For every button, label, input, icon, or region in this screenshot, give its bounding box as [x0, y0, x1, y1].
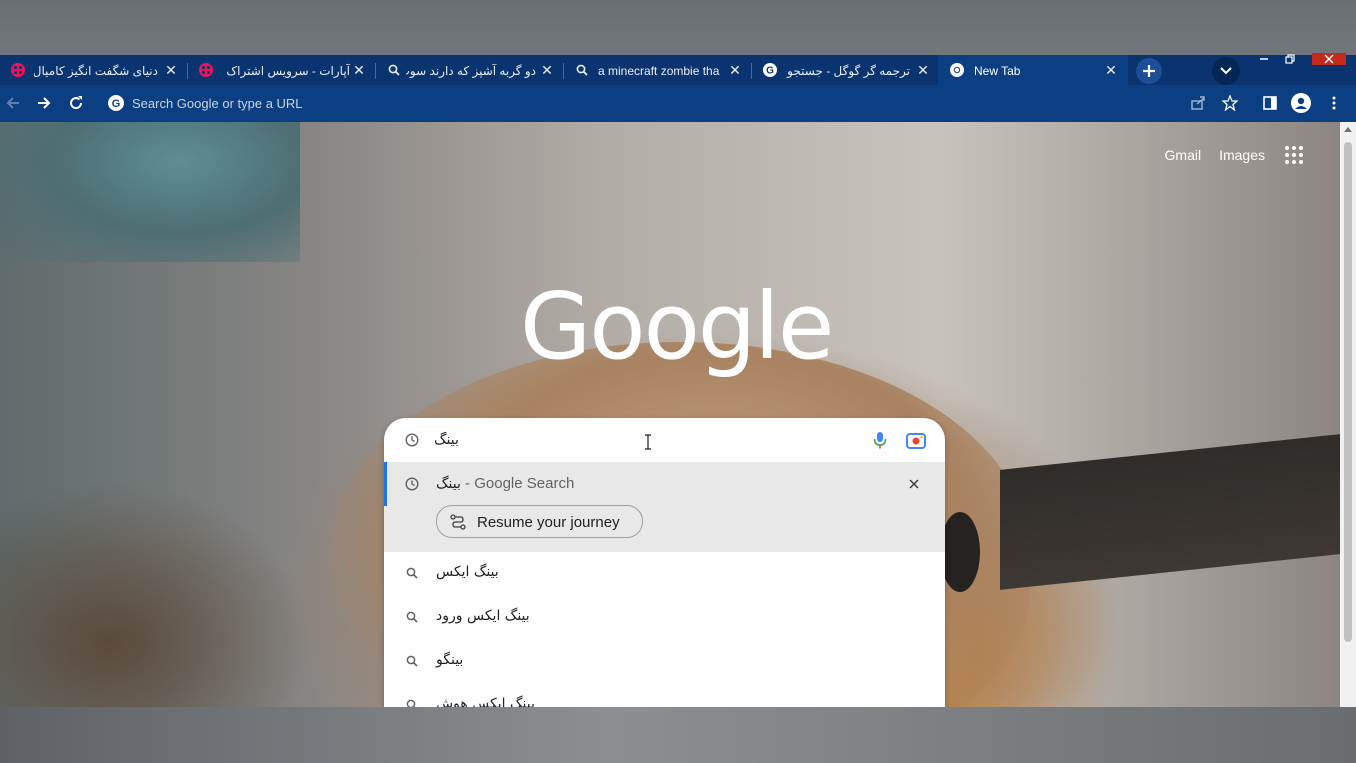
browser-chrome: دنیای شگفت انگیز کامیال فصل ✕ آپارات - س…	[0, 53, 1356, 122]
search-icon	[404, 565, 420, 581]
tab-title: آپارات - سرویس اشتراک ویدیو	[224, 64, 350, 78]
close-icon[interactable]: ✕	[538, 61, 556, 79]
suggestion-query: بینگ	[436, 476, 461, 492]
background-photo	[1000, 434, 1340, 590]
background-photo	[0, 122, 300, 262]
suggestion-text: بینگ ایکس هوش	[436, 696, 535, 707]
close-icon[interactable]: ✕	[162, 61, 180, 79]
menu-button[interactable]	[1323, 92, 1345, 114]
desktop-bottom-area	[0, 707, 1356, 763]
search-input-row	[384, 418, 945, 462]
svg-text:G: G	[766, 66, 774, 77]
share-icon	[1191, 96, 1205, 110]
minimize-icon	[1260, 58, 1268, 60]
gmail-link[interactable]: Gmail	[1165, 147, 1202, 163]
tab-title: a minecraft zombie tha	[598, 64, 720, 78]
side-panel-button[interactable]	[1259, 92, 1281, 114]
plus-icon	[1143, 65, 1155, 77]
tab-title: دنیای شگفت انگیز کامیال فصل	[34, 64, 158, 78]
suggestion-text: بینگ ایکس ورود	[436, 608, 530, 624]
history-icon	[404, 432, 420, 448]
search-icon	[404, 609, 420, 625]
background-photo	[940, 512, 980, 592]
tab-search-button[interactable]	[1212, 57, 1240, 85]
window-close-button[interactable]	[1312, 53, 1346, 65]
star-icon	[1222, 95, 1238, 111]
share-button[interactable]	[1187, 92, 1209, 114]
page-scrollbar[interactable]	[1340, 122, 1356, 707]
tab-new-tab[interactable]: New Tab ✕	[938, 55, 1128, 85]
close-icon[interactable]: ✕	[350, 61, 368, 79]
address-input[interactable]	[132, 94, 732, 112]
tab[interactable]: دنیای شگفت انگیز کامیال فصل ✕	[0, 55, 186, 85]
scrollbar-thumb[interactable]	[1344, 142, 1352, 642]
arrow-left-icon	[6, 97, 19, 109]
google-logo: Google	[520, 273, 834, 380]
suggestion-row[interactable]: بینگ ایکس ورود	[384, 597, 945, 641]
microphone-icon[interactable]	[870, 430, 890, 450]
close-icon	[909, 479, 919, 489]
suggestion-suffix: - Google Search	[460, 475, 575, 492]
journey-icon	[450, 514, 466, 530]
svg-text:G: G	[112, 98, 121, 110]
chevron-down-icon	[1220, 67, 1232, 75]
suggestion-text: بینگو	[436, 652, 464, 668]
chip-label: Resume your journey	[477, 514, 620, 531]
toolbar: G	[0, 85, 1356, 122]
suggestion-text: بینگ ایکس	[436, 564, 499, 580]
suggestion-row[interactable]: بینگ ایکس هوش	[384, 685, 945, 707]
reload-button[interactable]	[65, 92, 87, 114]
resume-journey-chip[interactable]: Resume your journey	[436, 505, 643, 538]
tab[interactable]: a minecraft zombie tha ✕	[564, 55, 750, 85]
arrow-right-icon	[38, 97, 51, 109]
images-link[interactable]: Images	[1219, 147, 1265, 163]
maximize-button[interactable]	[1276, 53, 1304, 65]
close-icon[interactable]: ✕	[914, 61, 932, 79]
search-icon	[404, 653, 420, 669]
search-icon	[387, 63, 401, 77]
scroll-up-icon[interactable]	[1344, 127, 1352, 132]
forward-button[interactable]	[33, 92, 55, 114]
text-cursor-icon	[645, 434, 651, 450]
search-box: بینگ - Google Search Resume your journey…	[384, 418, 945, 707]
aparat-icon	[199, 63, 213, 77]
minimize-button[interactable]	[1250, 53, 1278, 65]
camera-icon[interactable]	[905, 430, 927, 452]
desktop-top-area	[0, 0, 1356, 55]
side-panel-icon	[1263, 96, 1277, 110]
suggestion-row[interactable]: بینگو	[384, 641, 945, 685]
close-icon[interactable]: ✕	[1102, 61, 1120, 79]
tab-title: ترجمه گر گوگل - جستجوی Ie	[786, 64, 910, 78]
back-button[interactable]	[2, 92, 24, 114]
search-icon	[404, 697, 420, 707]
close-icon[interactable]: ✕	[726, 61, 744, 79]
tab[interactable]: آپارات - سرویس اشتراک ویدیو ✕	[188, 55, 374, 85]
apps-icon[interactable]	[1283, 144, 1305, 166]
tab[interactable]: دو گربه آشپز که دارند سوپ جو ✕	[376, 55, 562, 85]
search-icon	[575, 63, 589, 77]
aparat-icon	[11, 63, 25, 77]
tab-title: دو گربه آشپز که دارند سوپ جو	[406, 64, 536, 78]
suggestion-row[interactable]: بینگ ایکس	[384, 553, 945, 597]
tab-strip: دنیای شگفت انگیز کامیال فصل ✕ آپارات - س…	[0, 55, 1356, 85]
restore-icon	[1285, 54, 1295, 64]
profile-icon	[1291, 93, 1311, 113]
ntp-top-links: Gmail Images	[1165, 144, 1305, 166]
suggestion-text: بینگ - Google Search	[436, 475, 574, 492]
tab-title: New Tab	[974, 64, 1021, 78]
new-tab-page: Gmail Images Google بینگ - Google Search	[0, 122, 1340, 707]
chrome-icon	[950, 63, 964, 77]
address-bar[interactable]: G	[100, 88, 1280, 118]
more-vert-icon	[1332, 96, 1336, 110]
new-tab-button[interactable]	[1136, 58, 1162, 84]
close-icon	[1324, 54, 1334, 64]
google-icon: G	[108, 95, 124, 111]
remove-suggestion-button[interactable]	[906, 476, 922, 492]
reload-icon	[70, 96, 83, 110]
google-icon: G	[763, 63, 777, 77]
profile-button[interactable]	[1290, 92, 1312, 114]
bookmark-button[interactable]	[1219, 92, 1241, 114]
tab[interactable]: G ترجمه گر گوگل - جستجوی Ie ✕	[752, 55, 938, 85]
suggestion-row: بینگ - Google Search	[384, 462, 945, 506]
